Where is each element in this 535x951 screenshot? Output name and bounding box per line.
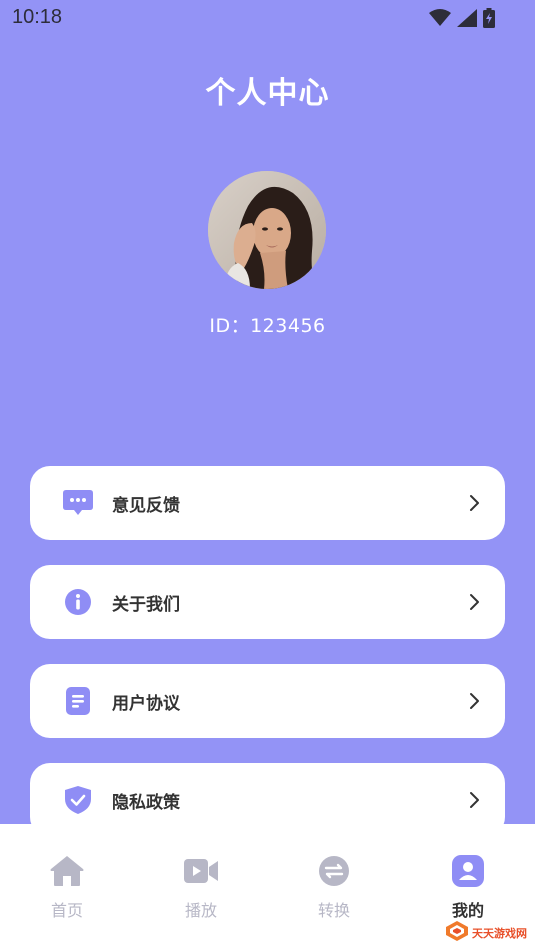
shield-check-icon	[63, 786, 93, 814]
tab-label: 播放	[184, 901, 217, 920]
chevron-right-icon	[467, 593, 483, 611]
user-icon	[451, 854, 485, 888]
signal-icon	[457, 9, 477, 31]
convert-icon	[317, 854, 351, 888]
bottom-tab-bar: 首页 播放 转换 我的 天天游戏网	[0, 824, 535, 951]
status-icons	[429, 8, 495, 32]
chevron-right-icon	[467, 791, 483, 809]
info-icon	[63, 588, 93, 616]
wifi-icon	[429, 9, 451, 31]
user-id: ID：123456	[209, 315, 326, 337]
battery-icon	[483, 8, 495, 32]
avatar[interactable]	[208, 171, 326, 289]
feedback-icon	[63, 489, 93, 517]
menu-item-feedback[interactable]: 意见反馈	[30, 466, 505, 540]
status-bar: 10:18	[0, 0, 535, 36]
tab-label: 首页	[50, 901, 83, 920]
chevron-right-icon	[467, 692, 483, 710]
menu-label: 用户协议	[112, 694, 180, 714]
menu-item-about[interactable]: 关于我们	[30, 565, 505, 639]
watermark: 天天游戏网	[446, 921, 527, 945]
menu-item-user-agreement[interactable]: 用户协议	[30, 664, 505, 738]
tab-label: 我的	[451, 901, 484, 920]
watermark-logo-icon	[446, 921, 468, 945]
menu-label: 意见反馈	[112, 496, 180, 516]
video-icon	[184, 854, 218, 888]
tab-mine[interactable]: 我的	[401, 824, 535, 934]
tab-label: 转换	[317, 901, 350, 920]
status-time: 10:18	[12, 6, 63, 28]
tab-convert[interactable]: 转换	[267, 824, 401, 934]
tab-play[interactable]: 播放	[134, 824, 268, 934]
home-icon	[50, 854, 84, 888]
page-title: 个人中心	[205, 76, 330, 111]
menu-label: 关于我们	[112, 595, 180, 615]
chevron-right-icon	[467, 494, 483, 512]
watermark-text: 天天游戏网	[472, 927, 527, 940]
document-icon	[63, 687, 93, 715]
menu-label: 隐私政策	[112, 793, 180, 813]
tab-home[interactable]: 首页	[0, 824, 134, 934]
